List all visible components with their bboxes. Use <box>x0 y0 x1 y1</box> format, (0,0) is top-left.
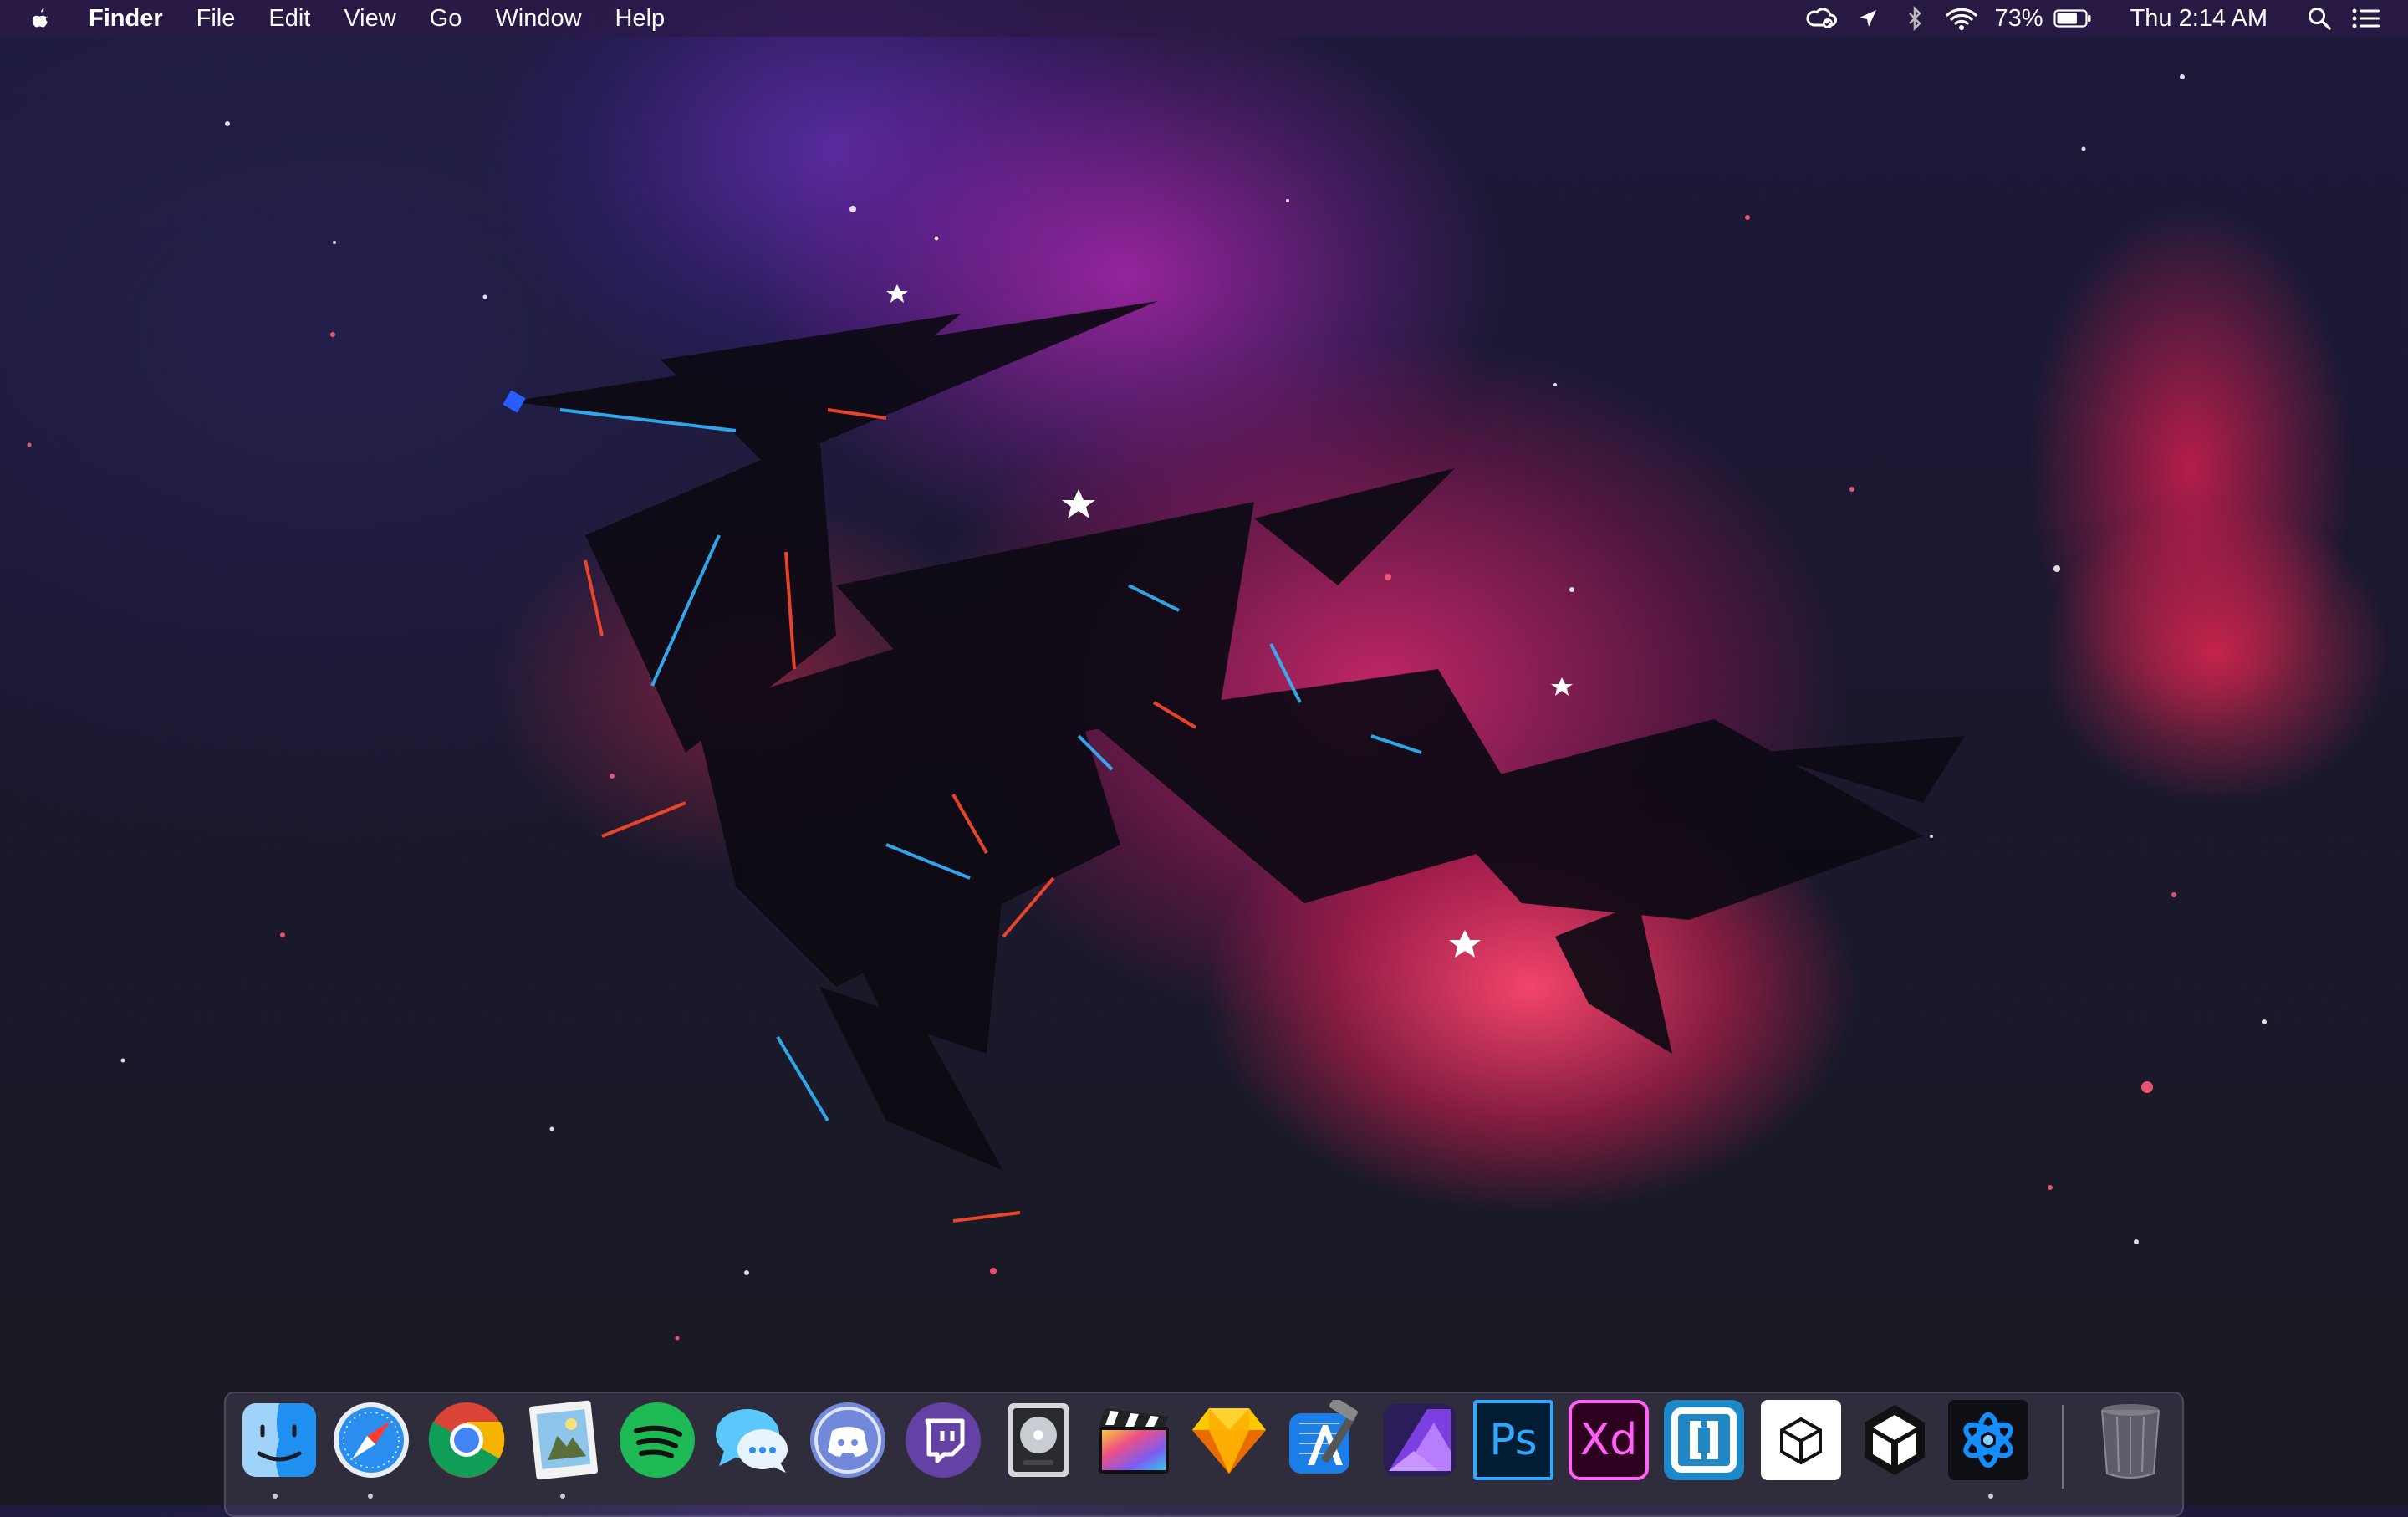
menu-help[interactable]: Help <box>599 0 682 37</box>
wifi-icon[interactable] <box>1938 0 1985 37</box>
dock-safari-icon[interactable] <box>331 1400 411 1480</box>
location-arrow-icon[interactable] <box>1844 0 1891 37</box>
dock-separator <box>2062 1405 2064 1489</box>
app-menu-finder[interactable]: Finder <box>72 0 180 37</box>
dock-trash-icon[interactable] <box>2090 1400 2171 1480</box>
dock-finder-icon[interactable] <box>239 1400 319 1480</box>
running-indicator <box>273 1494 278 1499</box>
dock-discord-icon[interactable] <box>808 1400 888 1480</box>
creative-cloud-icon[interactable] <box>1798 0 1844 37</box>
dock-spotify-icon[interactable] <box>617 1400 697 1480</box>
dock-photoshop-icon[interactable]: Ps <box>1473 1400 1553 1480</box>
dock-xcode-icon[interactable] <box>1284 1400 1365 1480</box>
menu-go[interactable]: Go <box>413 0 479 37</box>
dock-chrome-icon[interactable] <box>426 1400 507 1480</box>
menu-bar-status-area: 73% Thu 2:14 AM <box>1798 0 2390 37</box>
battery-indicator[interactable]: 73% <box>1985 0 2105 37</box>
dock-messages-icon[interactable] <box>712 1400 793 1480</box>
dock-preview-icon[interactable] <box>523 1400 604 1480</box>
adobe-xd-icon-label: Xd <box>1579 1415 1638 1465</box>
running-indicator <box>560 1494 565 1499</box>
dock-logic-pro-icon[interactable] <box>998 1400 1079 1480</box>
desktop-wallpaper <box>27 74 2267 1341</box>
photoshop-icon-label: Ps <box>1489 1415 1538 1465</box>
menu-bar-clock[interactable]: Thu 2:14 AM <box>2105 0 2296 37</box>
dock-adobe-xd-icon[interactable]: Xd <box>1569 1400 1649 1480</box>
menu-view[interactable]: View <box>327 0 412 37</box>
menu-bar-left: Finder File Edit View Go Window Help <box>18 0 681 37</box>
menu-window[interactable]: Window <box>478 0 598 37</box>
apple-logo-icon <box>32 8 48 28</box>
dock-affinity-photo-icon[interactable] <box>1380 1400 1460 1480</box>
dock-unity-hub-icon[interactable] <box>1761 1400 1841 1480</box>
dock-final-cut-pro-icon[interactable] <box>1094 1400 1174 1480</box>
battery-icon <box>2053 9 2091 28</box>
running-indicator <box>368 1494 373 1499</box>
apple-menu[interactable] <box>18 5 64 32</box>
menu-bar: Finder File Edit View Go Window Help 73% <box>0 0 2408 37</box>
dock-unity-icon[interactable] <box>1854 1400 1935 1480</box>
bluetooth-icon[interactable] <box>1891 0 1938 37</box>
dock-battlenet-icon[interactable] <box>1948 1400 2028 1480</box>
dock-twitch-icon[interactable] <box>903 1400 983 1480</box>
menu-edit[interactable]: Edit <box>252 0 327 37</box>
notification-center-icon[interactable] <box>2343 0 2390 37</box>
battery-percent: 73% <box>1994 5 2043 32</box>
spotlight-search-icon[interactable] <box>2296 0 2343 37</box>
dock-sketch-icon[interactable] <box>1189 1400 1269 1480</box>
running-indicator <box>1988 1494 1993 1499</box>
dock-parallels-icon[interactable] <box>1664 1400 1744 1480</box>
menu-file[interactable]: File <box>180 0 253 37</box>
